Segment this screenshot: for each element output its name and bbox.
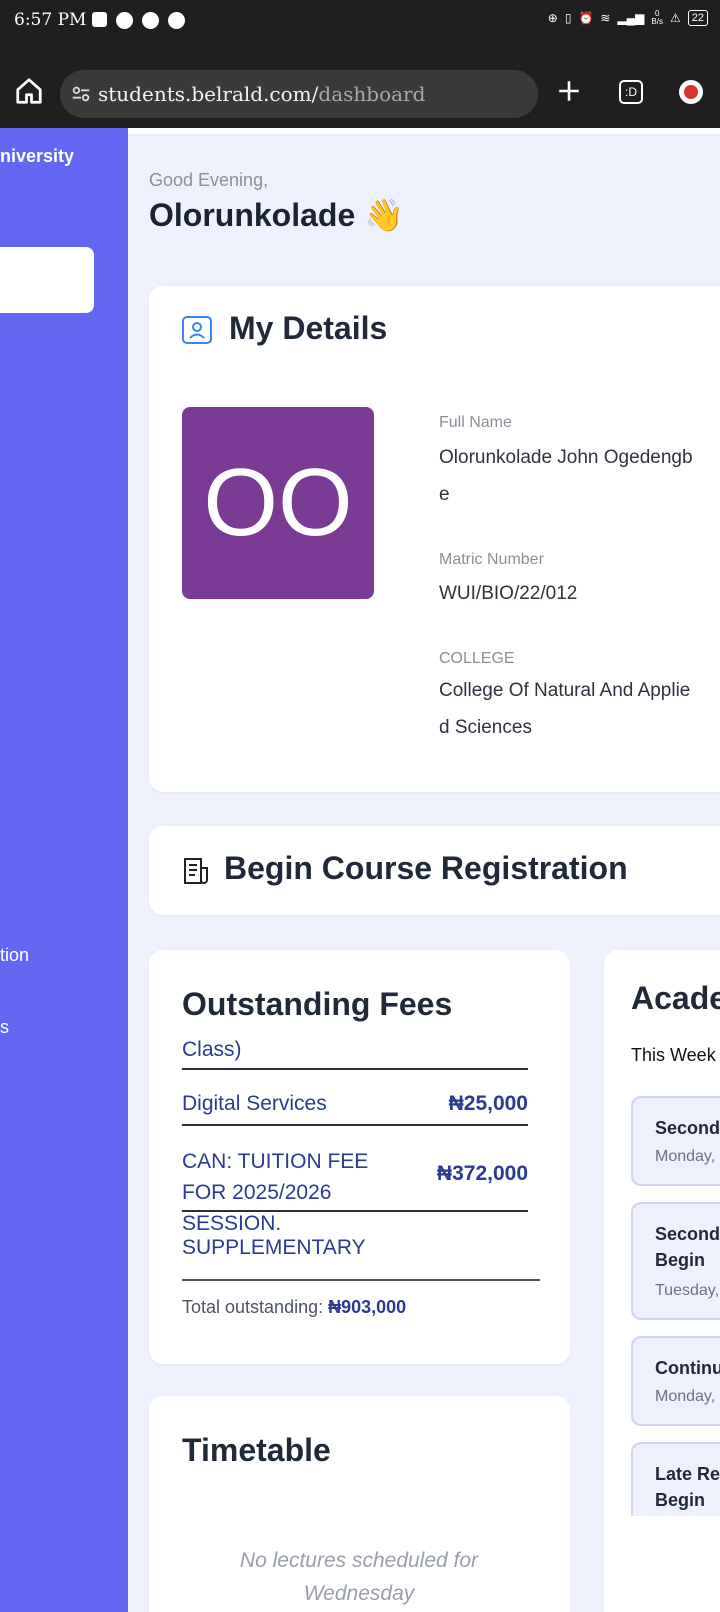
user-name: Olorunkolade 👋 [149, 197, 404, 233]
matric-value: WUI/BIO/22/012 [439, 583, 578, 604]
url-domain: students.belrald.com/ [98, 82, 319, 106]
calendar-event[interactable]: Late Re Begin [631, 1442, 720, 1516]
course-registration-card[interactable]: Begin Course Registration [149, 826, 720, 915]
fees-total: Total outstanding: ₦903,000 [182, 1297, 406, 1318]
message-icon [92, 12, 107, 27]
details-title: My Details [229, 310, 388, 346]
course-registration-title[interactable]: Begin Course Registration [224, 850, 628, 887]
full-name-label: Full Name [439, 414, 512, 431]
outstanding-fees-card: Outstanding Fees Class) Digital Services… [149, 950, 570, 1364]
address-bar[interactable]: students.belrald.com/dashboard [60, 70, 538, 118]
week-label: This Week [631, 1045, 716, 1065]
profile-card-icon [181, 314, 213, 351]
fee-name: SUPPLEMENTARY [182, 1236, 366, 1259]
vibrate-icon: ▯ [564, 11, 572, 25]
status-time: 6:57 PM [14, 10, 87, 30]
fee-amount: ₦25,000 [448, 1092, 528, 1115]
new-tab-icon[interactable] [556, 78, 582, 104]
event-date: Tuesday, [655, 1282, 720, 1299]
site-settings-icon[interactable] [70, 83, 92, 105]
fees-total-label: Total outstanding: [182, 1297, 324, 1317]
fees-title: Outstanding Fees [182, 986, 453, 1022]
fee-item: Class) [182, 1038, 528, 1070]
notification-icons [92, 12, 185, 29]
calendar-event[interactable]: Second Monday, [631, 1096, 720, 1186]
net-speed: 0 B/s [651, 9, 663, 26]
fee-item: SUPPLEMENTARY [182, 1236, 528, 1266]
college-label: COLLEGE [439, 650, 515, 667]
telegram-icon [142, 12, 159, 29]
fee-name: CAN: TUITION FEE FOR 2025/2026 SESSION. [182, 1150, 369, 1235]
avatar: OO [182, 407, 374, 599]
signal-icon: ▂▄▆ [617, 11, 645, 25]
fee-item: Digital Services ₦25,000 [182, 1092, 528, 1126]
fees-total-value: ₦903,000 [328, 1297, 407, 1317]
url-text: students.belrald.com/dashboard [98, 82, 425, 106]
event-date: Monday, [655, 1388, 716, 1405]
url-path: dashboard [318, 82, 426, 106]
warning-icon: ⚠ [669, 11, 681, 25]
timetable-card: Timetable No lectures scheduled for Wedn… [149, 1396, 570, 1612]
fee-item: CAN: TUITION FEE FOR 2025/2026 SESSION. … [182, 1146, 528, 1235]
event-title-line2: Begin [655, 1490, 706, 1510]
sidebar-brand: niversity [0, 146, 75, 166]
greeting: Good Evening, [149, 170, 269, 190]
status-bar: 6:57 PM ⊕ ▯ ⏰ ≋ ▂▄▆ 0 B/s ⚠ 22 [0, 0, 720, 42]
fee-name: Class) [182, 1038, 242, 1061]
registration-icon [181, 856, 211, 891]
event-title: Second [655, 1224, 720, 1244]
battery-icon: 22 [687, 10, 708, 26]
sidebar-item-registration[interactable]: tion [0, 945, 29, 966]
college-value: College Of Natural And Applied Sciences [439, 680, 691, 738]
sidebar-item-results[interactable]: s [0, 1017, 9, 1038]
calendar-event[interactable]: Second Begin Tuesday, [631, 1202, 720, 1320]
sidebar: niversity tion s [0, 128, 128, 1612]
data-saver-icon: ⊕ [547, 11, 558, 25]
profile-avatar-icon[interactable] [679, 80, 703, 104]
calendar-event[interactable]: Continu Monday, [631, 1336, 720, 1426]
alarm-icon: ⏰ [578, 11, 594, 25]
fee-amount: ₦372,000 [436, 1162, 528, 1185]
full-name-value: Olorunkolade John Ogedengbe [439, 447, 693, 505]
fee-name: Digital Services [182, 1092, 327, 1115]
event-date: Monday, [655, 1148, 716, 1165]
academic-calendar-card: Acade This Week Second Monday, Second Be… [604, 950, 720, 1612]
event-title: Second [655, 1118, 720, 1138]
matric-label: Matric Number [439, 551, 544, 568]
browser-toolbar: students.belrald.com/dashboard :D [0, 42, 720, 128]
sidebar-item-active[interactable] [0, 247, 94, 313]
event-title: Continu [655, 1358, 720, 1378]
home-icon[interactable] [14, 76, 44, 106]
telegram-icon [116, 12, 133, 29]
academic-title: Acade [631, 980, 720, 1016]
event-title-line2: Begin [655, 1250, 706, 1270]
main-content: Good Evening, Olorunkolade 👋 My Details … [128, 128, 720, 1612]
system-icons: ⊕ ▯ ⏰ ≋ ▂▄▆ 0 B/s ⚠ 22 [548, 10, 708, 26]
my-details-card: My Details OO Full Name Olorunkolade Joh… [149, 286, 720, 792]
telegram-icon [168, 12, 185, 29]
event-title: Late Re [655, 1464, 720, 1484]
tab-switcher-button[interactable]: :D [619, 80, 643, 104]
wifi-icon: ≋ [600, 11, 611, 25]
timetable-empty-message: No lectures scheduled for Wednesday [239, 1549, 479, 1605]
timetable-title: Timetable [182, 1432, 331, 1468]
